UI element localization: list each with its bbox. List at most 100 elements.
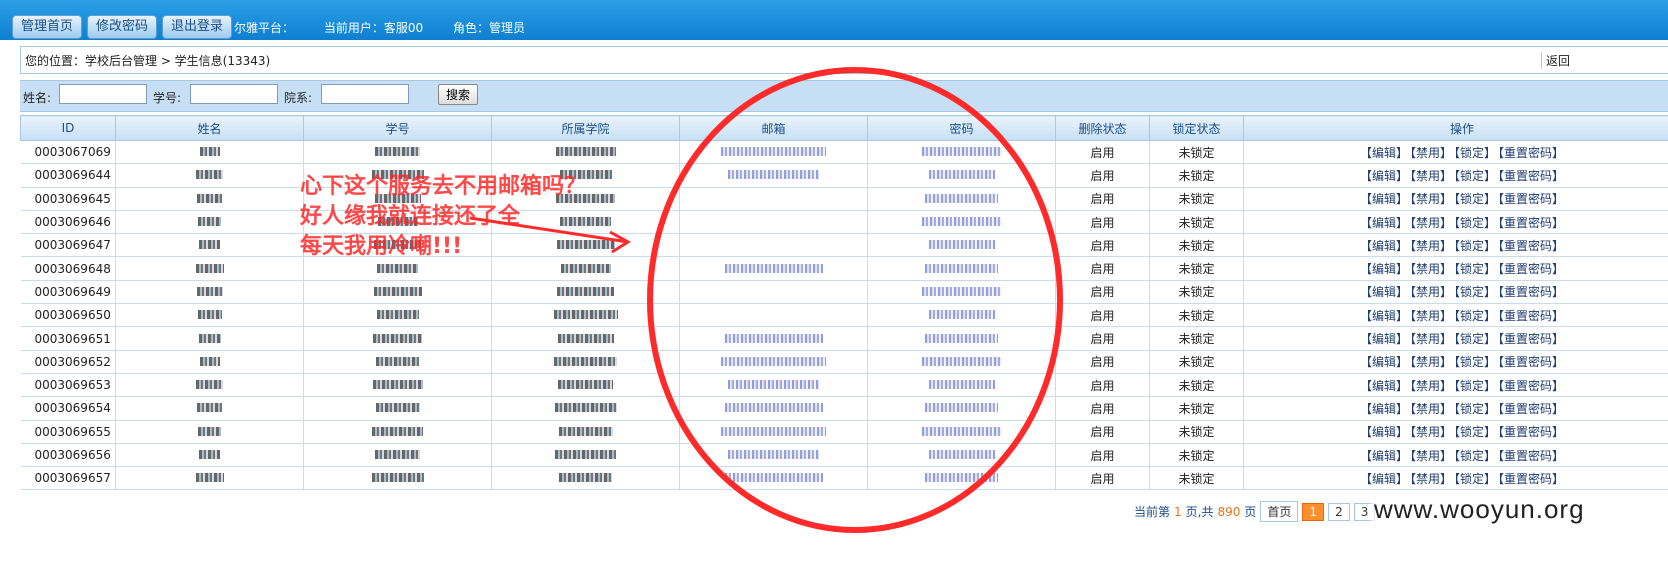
row-student-id-redacted (376, 356, 419, 366)
row-college-redacted (554, 403, 617, 413)
lock-link[interactable]: 【锁定】 (1454, 355, 1496, 369)
disable-link[interactable]: 【禁用】 (1410, 332, 1452, 346)
lock-link[interactable]: 【锁定】 (1454, 285, 1496, 299)
row-delete-status: 启用 (1055, 140, 1150, 165)
row-college-redacted (557, 286, 614, 296)
reset-password-link[interactable]: 【重置密码】 (1498, 192, 1564, 206)
reset-password-link[interactable]: 【重置密码】 (1498, 472, 1564, 486)
lock-link[interactable]: 【锁定】 (1454, 169, 1496, 183)
nav-button-1[interactable]: 修改密码 (87, 15, 158, 39)
edit-link[interactable]: 【编辑】 (1360, 309, 1408, 323)
disable-link[interactable]: 【禁用】 (1410, 425, 1452, 439)
edit-link[interactable]: 【编辑】 (1360, 425, 1408, 439)
edit-link[interactable]: 【编辑】 (1360, 449, 1408, 463)
disable-link[interactable]: 【禁用】 (1410, 192, 1452, 206)
row-college-redacted-cell (491, 350, 680, 374)
nav-button-0[interactable]: 管理首页 (12, 15, 83, 39)
name-input[interactable] (59, 84, 147, 104)
disable-link[interactable]: 【禁用】 (1410, 239, 1452, 253)
row-password-redacted-cell (867, 303, 1056, 328)
lock-link[interactable]: 【锁定】 (1454, 309, 1496, 323)
disable-link[interactable]: 【禁用】 (1410, 402, 1452, 416)
disable-link[interactable]: 【禁用】 (1410, 285, 1452, 299)
disable-link[interactable]: 【禁用】 (1410, 216, 1452, 230)
edit-link[interactable]: 【编辑】 (1360, 216, 1408, 230)
page-link-1[interactable]: 1 (1302, 502, 1325, 521)
row-email-redacted (724, 333, 823, 343)
edit-link[interactable]: 【编辑】 (1360, 146, 1408, 160)
row-college-redacted-cell (491, 303, 680, 328)
student-id-input[interactable] (190, 84, 278, 104)
row-operations: 【编辑】 【禁用】 【锁定】 【重置密码】 (1243, 210, 1668, 235)
edit-link[interactable]: 【编辑】 (1360, 355, 1408, 369)
edit-link[interactable]: 【编辑】 (1360, 192, 1408, 206)
reset-password-link[interactable]: 【重置密码】 (1498, 425, 1564, 439)
lock-link[interactable]: 【锁定】 (1454, 332, 1496, 346)
annotation-line-1: 好人缘我就连接还了全 (300, 204, 521, 229)
reset-password-link[interactable]: 【重置密码】 (1498, 262, 1564, 276)
edit-link[interactable]: 【编辑】 (1360, 379, 1408, 393)
row-college-redacted (558, 426, 613, 436)
back-link[interactable]: 返回 (1541, 52, 1570, 69)
lock-link[interactable]: 【锁定】 (1454, 425, 1496, 439)
lock-link[interactable]: 【锁定】 (1454, 192, 1496, 206)
edit-link[interactable]: 【编辑】 (1360, 239, 1408, 253)
lock-link[interactable]: 【锁定】 (1454, 379, 1496, 393)
row-operations: 【编辑】 【禁用】 【锁定】 【重置密码】 (1243, 396, 1668, 421)
row-college-redacted-cell (491, 326, 680, 351)
row-email-redacted-cell (679, 420, 868, 444)
disable-link[interactable]: 【禁用】 (1410, 472, 1452, 486)
reset-password-link[interactable]: 【重置密码】 (1498, 402, 1564, 416)
disable-link[interactable]: 【禁用】 (1410, 355, 1452, 369)
edit-link[interactable]: 【编辑】 (1360, 332, 1408, 346)
page-link-2[interactable]: 2 (1328, 502, 1350, 521)
row-student-id-redacted-cell (303, 256, 492, 281)
row-name-redacted (197, 193, 222, 203)
lock-link[interactable]: 【锁定】 (1454, 472, 1496, 486)
row-college-redacted-cell (491, 140, 680, 165)
lock-link[interactable]: 【锁定】 (1454, 402, 1496, 416)
lock-link[interactable]: 【锁定】 (1454, 146, 1496, 160)
reset-password-link[interactable]: 【重置密码】 (1498, 146, 1564, 160)
lock-link[interactable]: 【锁定】 (1454, 262, 1496, 276)
disable-link[interactable]: 【禁用】 (1410, 449, 1452, 463)
reset-password-link[interactable]: 【重置密码】 (1498, 239, 1564, 253)
column-header-3: 所属学院 (491, 115, 680, 141)
row-college-redacted (555, 450, 616, 459)
disable-link[interactable]: 【禁用】 (1410, 379, 1452, 393)
edit-link[interactable]: 【编辑】 (1360, 285, 1408, 299)
reset-password-link[interactable]: 【重置密码】 (1498, 355, 1564, 369)
disable-link[interactable]: 【禁用】 (1410, 309, 1452, 323)
edit-link[interactable]: 【编辑】 (1360, 262, 1408, 276)
disable-link[interactable]: 【禁用】 (1410, 262, 1452, 276)
edit-link[interactable]: 【编辑】 (1360, 472, 1408, 486)
reset-password-link[interactable]: 【重置密码】 (1498, 449, 1564, 463)
row-email-redacted-cell (679, 350, 868, 374)
department-input[interactable] (321, 84, 409, 104)
row-student-id-redacted (373, 286, 422, 296)
row-student-id-redacted (373, 333, 422, 343)
reset-password-link[interactable]: 【重置密码】 (1498, 332, 1564, 346)
row-student-id-redacted-cell (303, 420, 492, 444)
reset-password-link[interactable]: 【重置密码】 (1498, 216, 1564, 230)
disable-link[interactable]: 【禁用】 (1410, 146, 1452, 160)
reset-password-link[interactable]: 【重置密码】 (1498, 169, 1564, 183)
lock-link[interactable]: 【锁定】 (1454, 239, 1496, 253)
row-lock-status: 未锁定 (1149, 326, 1244, 351)
edit-link[interactable]: 【编辑】 (1360, 402, 1408, 416)
row-email-redacted-cell (679, 466, 868, 491)
reset-password-link[interactable]: 【重置密码】 (1498, 379, 1564, 393)
edit-link[interactable]: 【编辑】 (1360, 169, 1408, 183)
search-button[interactable]: 搜索 (438, 84, 479, 105)
row-student-id-redacted-cell (303, 350, 492, 374)
nav-button-2[interactable]: 退出登录 (162, 15, 233, 39)
lock-link[interactable]: 【锁定】 (1454, 216, 1496, 230)
disable-link[interactable]: 【禁用】 (1410, 169, 1452, 183)
row-college-redacted (553, 310, 618, 320)
row-password-redacted-cell (867, 420, 1056, 444)
row-lock-status: 未锁定 (1149, 466, 1244, 491)
pager-first-button[interactable]: 首页 (1260, 501, 1299, 522)
lock-link[interactable]: 【锁定】 (1454, 449, 1496, 463)
reset-password-link[interactable]: 【重置密码】 (1498, 309, 1564, 323)
reset-password-link[interactable]: 【重置密码】 (1498, 285, 1564, 299)
